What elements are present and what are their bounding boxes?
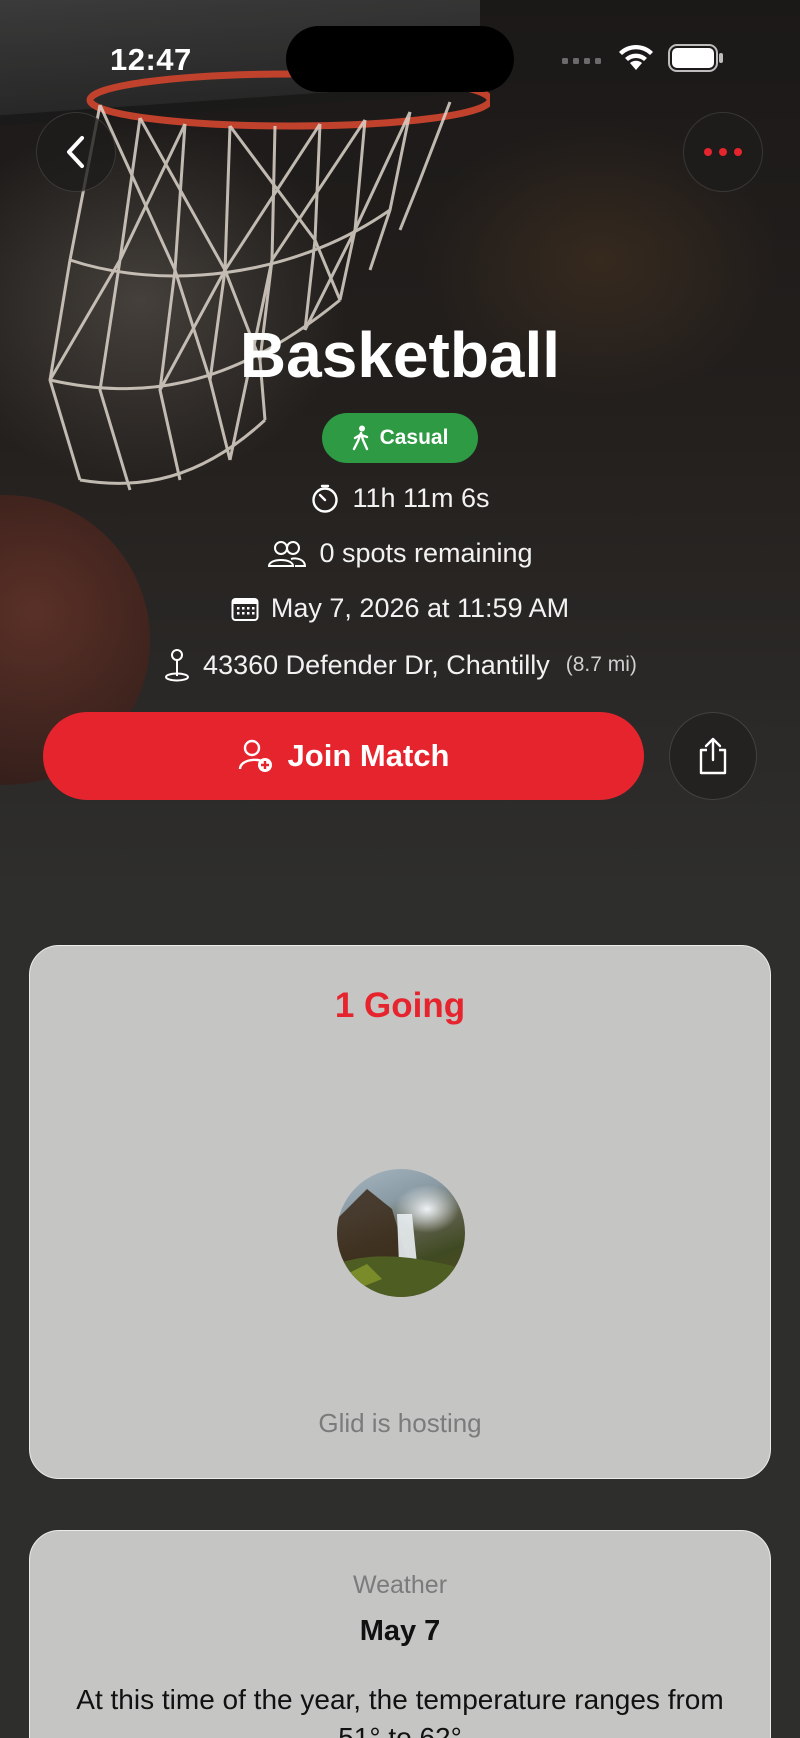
status-time: 12:47 <box>110 42 192 77</box>
back-button[interactable] <box>36 112 116 192</box>
host-avatar[interactable] <box>337 1169 465 1297</box>
timer-icon <box>312 484 339 513</box>
countdown-row: 11h 11m 6s <box>0 483 800 514</box>
join-button-label: Join Match <box>287 738 450 773</box>
more-dots-icon <box>704 148 742 156</box>
join-match-button[interactable]: Join Match <box>43 712 644 800</box>
people-icon <box>268 540 307 567</box>
share-button[interactable] <box>669 712 757 800</box>
skill-level-badge: Casual <box>322 413 478 463</box>
host-text: Glid is hosting <box>318 1408 482 1438</box>
location-row[interactable]: 43360 Defender Dr, Chantilly (8.7 mi) <box>0 648 800 682</box>
countdown-text: 11h 11m 6s <box>352 483 490 513</box>
wifi-icon <box>619 44 653 70</box>
more-options-button[interactable] <box>683 112 763 192</box>
weather-card: Weather May 7 At this time of the year, … <box>29 1530 771 1738</box>
event-title: Basketball <box>239 319 561 391</box>
calendar-icon <box>231 597 259 621</box>
spots-text: 0 spots remaining <box>319 538 533 568</box>
signal-icon <box>562 58 601 64</box>
distance-text: (8.7 mi) <box>565 653 637 676</box>
battery-icon <box>668 44 723 72</box>
weather-label: Weather <box>352 1571 448 1599</box>
address-text: 43360 Defender Dr, Chantilly <box>203 649 550 680</box>
spots-row: 0 spots remaining <box>0 538 800 569</box>
waterfall-image <box>337 1189 465 1297</box>
location-pin-icon <box>165 649 190 682</box>
dynamic-island <box>286 26 514 92</box>
going-count-title: 1 Going <box>334 986 466 1025</box>
weather-summary: At this time of the year, the temperatur… <box>76 1684 724 1738</box>
datetime-text: May 7, 2026 at 11:59 AM <box>270 593 570 623</box>
walking-person-icon <box>352 425 368 451</box>
chevron-left-icon <box>67 136 84 168</box>
system-icons <box>562 44 724 72</box>
datetime-row: May 7, 2026 at 11:59 AM <box>0 593 800 624</box>
add-person-icon <box>238 739 272 772</box>
weather-date: May 7 <box>359 1615 441 1647</box>
badge-label: Casual <box>379 426 449 449</box>
share-icon <box>699 737 727 775</box>
status-bar: 12:47 <box>0 0 800 110</box>
attendees-card: 1 Going Glid is hosting <box>29 945 771 1479</box>
